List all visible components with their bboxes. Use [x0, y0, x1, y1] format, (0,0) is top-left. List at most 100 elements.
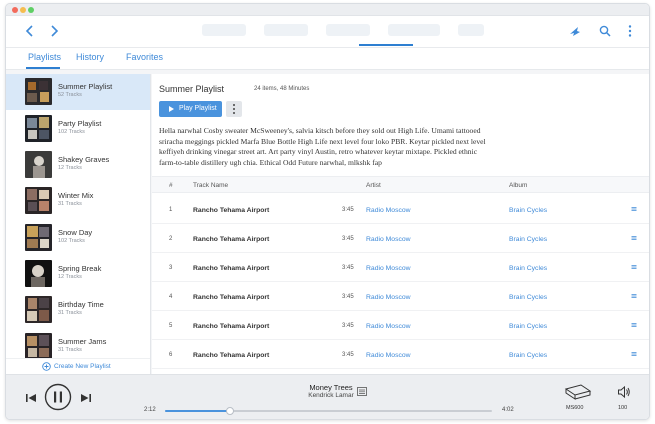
forward-button[interactable]: [46, 23, 62, 39]
track-name: Rancho Tehama Airport: [193, 265, 270, 272]
column-header-artist[interactable]: Artist: [366, 182, 381, 189]
table-row[interactable]: 2 Rancho Tehama Airport 3:45 Radio Moscow Br…: [152, 224, 649, 253]
sidebar-item-party-playlist[interactable]: Party Playlist 102 Tracks: [6, 111, 150, 147]
track-artist-link[interactable]: Radio Moscow: [366, 236, 411, 243]
track-duration: 3:45: [342, 294, 354, 300]
sidebar-item-summer-playlist[interactable]: Summer Playlist 52 Tracks: [6, 74, 150, 110]
track-number: 4: [169, 294, 173, 300]
playlist-cover-image: [25, 151, 52, 178]
track-album-link[interactable]: Brain Cycles: [509, 323, 547, 330]
skip-back-icon: [26, 394, 36, 402]
table-row[interactable]: 6 Rancho Tehama Airport 3:45 Radio Moscow Br…: [152, 340, 649, 369]
top-navigation-bar: [6, 16, 649, 48]
play-icon: [169, 106, 174, 112]
main-nav-item[interactable]: [202, 24, 246, 36]
sidebar-item-snow-day[interactable]: Snow Day 102 Tracks: [6, 220, 150, 256]
column-header-number: #: [169, 182, 173, 189]
more-options-button[interactable]: [623, 24, 637, 38]
previous-track-button[interactable]: [25, 392, 37, 404]
more-vertical-icon: [628, 25, 632, 37]
playlist-name: Winter Mix: [58, 191, 94, 200]
track-duration: 3:45: [342, 352, 354, 358]
create-playlist-label: Create New Playlist: [54, 363, 111, 370]
back-button[interactable]: [22, 23, 38, 39]
cast-icon: [570, 27, 580, 36]
minimize-window-button[interactable]: [20, 7, 26, 13]
track-album-link[interactable]: Brain Cycles: [509, 352, 547, 359]
track-artist-link[interactable]: Radio Moscow: [366, 294, 411, 301]
main-nav-item[interactable]: [326, 24, 370, 36]
track-menu-icon[interactable]: [631, 235, 637, 241]
track-name: Rancho Tehama Airport: [193, 323, 270, 330]
track-menu-icon[interactable]: [631, 293, 637, 299]
track-artist-link[interactable]: Radio Moscow: [366, 352, 411, 359]
track-artist-link[interactable]: Radio Moscow: [366, 323, 411, 330]
output-device-button[interactable]: [563, 383, 593, 401]
table-row[interactable]: 4 Rancho Tehama Airport 3:45 Radio Moscow Br…: [152, 282, 649, 311]
track-menu-icon[interactable]: [631, 264, 637, 270]
main-nav-item[interactable]: [458, 24, 484, 36]
main-nav-item-active[interactable]: [388, 24, 440, 36]
speaker-device-icon: [564, 384, 592, 400]
playlist-name: Summer Playlist: [58, 82, 113, 91]
now-playing-artist[interactable]: Kendrick Lamar: [296, 392, 366, 399]
pause-icon: [44, 383, 72, 411]
sidebar-item-shakey-graves[interactable]: Shakey Graves 12 Tracks: [6, 147, 150, 183]
now-playing-title: Money Trees: [309, 383, 353, 392]
maximize-window-button[interactable]: [28, 7, 34, 13]
playlist-track-count: 31 Tracks: [58, 310, 82, 316]
track-album-link[interactable]: Brain Cycles: [509, 236, 547, 243]
table-row[interactable]: 1 Rancho Tehama Airport 3:45 Radio Moscow Br…: [152, 195, 649, 224]
track-artist-link[interactable]: Radio Moscow: [366, 265, 411, 272]
progress-handle[interactable]: [226, 407, 235, 415]
tab-playlists[interactable]: Playlists: [28, 52, 61, 62]
sidebar-item-winter-mix[interactable]: Winter Mix 31 Tracks: [6, 183, 150, 219]
close-window-button[interactable]: [12, 7, 18, 13]
track-duration: 3:45: [342, 323, 354, 329]
column-header-album[interactable]: Album: [509, 182, 527, 189]
volume-button[interactable]: [617, 385, 631, 399]
table-row[interactable]: 5 Rancho Tehama Airport 3:45 Radio Moscow Br…: [152, 311, 649, 340]
search-button[interactable]: [598, 24, 612, 38]
track-artist-link[interactable]: Radio Moscow: [366, 207, 411, 214]
track-menu-icon[interactable]: [631, 206, 637, 212]
volume-icon: [618, 385, 630, 399]
playlist-cover-image: [25, 333, 52, 360]
track-number: 3: [169, 265, 173, 271]
track-album-link[interactable]: Brain Cycles: [509, 265, 547, 272]
pause-button[interactable]: [44, 383, 72, 411]
track-duration: 3:45: [342, 265, 354, 271]
track-duration: 3:45: [342, 207, 354, 213]
play-playlist-button[interactable]: Play Playlist: [159, 101, 222, 117]
playlist-track-count: 102 Tracks: [58, 129, 85, 135]
playlist-more-button[interactable]: [226, 101, 242, 117]
column-header-track-name[interactable]: Track Name: [193, 182, 228, 189]
track-name: Rancho Tehama Airport: [193, 294, 270, 301]
progress-fill: [165, 410, 231, 412]
queue-button[interactable]: [357, 387, 367, 396]
track-album-link[interactable]: Brain Cycles: [509, 207, 547, 214]
sidebar-item-spring-break[interactable]: Spring Break 12 Tracks: [6, 256, 150, 292]
playlist-cover-image: [25, 78, 52, 105]
table-row[interactable]: 3 Rancho Tehama Airport 3:45 Radio Moscow Br…: [152, 253, 649, 282]
track-album-link[interactable]: Brain Cycles: [509, 294, 547, 301]
next-track-button[interactable]: [80, 392, 92, 404]
track-name: Rancho Tehama Airport: [193, 236, 270, 243]
library-tabs: Playlists History Favorites: [6, 48, 649, 70]
progress-slider[interactable]: [165, 407, 492, 415]
playlist-track-count: 52 Tracks: [58, 92, 82, 98]
tab-history[interactable]: History: [76, 52, 104, 62]
playlist-track-count: 31 Tracks: [58, 201, 82, 207]
track-menu-icon[interactable]: [631, 351, 637, 357]
sidebar-item-birthday-time[interactable]: Birthday Time 31 Tracks: [6, 292, 150, 328]
playlist-track-count: 12 Tracks: [58, 274, 82, 280]
main-nav-item[interactable]: [264, 24, 308, 36]
playlist-cover-image: [25, 296, 52, 323]
cast-button[interactable]: [568, 24, 582, 38]
search-icon: [599, 25, 611, 37]
tab-favorites[interactable]: Favorites: [126, 52, 163, 62]
track-menu-icon[interactable]: [631, 322, 637, 328]
title-bar: [6, 4, 649, 16]
active-tab-indicator: [26, 67, 60, 69]
create-new-playlist-button[interactable]: Create New Playlist: [6, 358, 150, 374]
